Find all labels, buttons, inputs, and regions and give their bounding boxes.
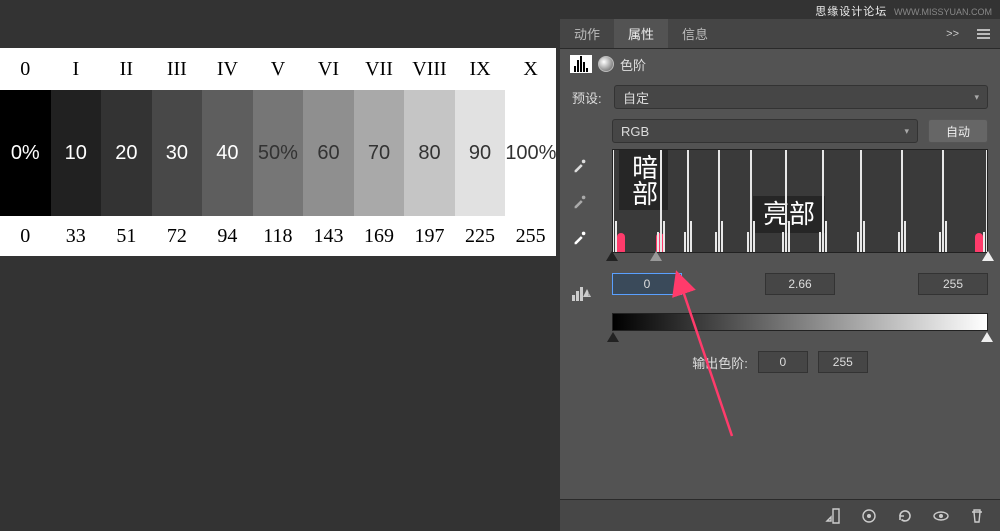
- shadow-input[interactable]: 0: [612, 273, 682, 295]
- eyedropper-tools: [570, 155, 590, 247]
- grayscale-chart: 0IIIIIIIVVVIVIIVIIIIXX 0%1020304050%6070…: [0, 48, 556, 256]
- panel-collapse-icon[interactable]: >>: [938, 28, 967, 40]
- chart-roman-cell: III: [152, 48, 203, 90]
- chart-swatch-cell: 0%: [0, 90, 51, 216]
- chart-value-cell: 143: [303, 216, 354, 256]
- output-hi-input[interactable]: 255: [818, 351, 868, 373]
- watermark: 思缘设计论坛 WWW.MISSYUAN.COM: [815, 3, 992, 19]
- levels-icon: [570, 55, 592, 73]
- eyedropper-gray-icon[interactable]: [570, 191, 590, 211]
- chart-swatch-cell: 60: [303, 90, 354, 216]
- pink-marker: [617, 233, 625, 253]
- watermark-cn: 思缘设计论坛: [815, 6, 887, 18]
- channel-value: RGB: [621, 124, 649, 139]
- histogram-warning-icon[interactable]: !: [572, 287, 592, 304]
- output-shadow-slider[interactable]: [607, 332, 619, 342]
- pink-marker: [975, 233, 983, 253]
- trash-icon[interactable]: [968, 507, 986, 525]
- midtone-input[interactable]: 2.66: [765, 273, 835, 295]
- chart-value-cell: 255: [505, 216, 556, 256]
- chart-swatch-cell: 80: [404, 90, 455, 216]
- chart-roman-cell: IX: [455, 48, 506, 90]
- auto-button[interactable]: 自动: [928, 119, 988, 143]
- tab-actions[interactable]: 动作: [560, 19, 614, 48]
- previous-state-icon[interactable]: [860, 507, 878, 525]
- chart-roman-cell: II: [101, 48, 152, 90]
- preset-value: 自定: [623, 88, 649, 107]
- highlight-input[interactable]: 255: [918, 273, 988, 295]
- tab-properties[interactable]: 属性: [614, 19, 668, 48]
- properties-panel: 动作 属性 信息 >> 色阶 预设: 自定 ▾ RGB ▾ 自动: [560, 19, 1000, 531]
- chart-roman-cell: VII: [354, 48, 405, 90]
- output-lo-input[interactable]: 0: [758, 351, 808, 373]
- midtone-slider[interactable]: [650, 251, 662, 261]
- chart-value-cell: 169: [354, 216, 405, 256]
- chart-roman-cell: 0: [0, 48, 51, 90]
- chart-roman-cell: I: [51, 48, 102, 90]
- highlight-slider[interactable]: [982, 251, 994, 261]
- histogram[interactable]: 暗部 亮部: [612, 149, 988, 253]
- chart-row-values: 033517294118143169197225255: [0, 216, 556, 256]
- chart-value-cell: 197: [404, 216, 455, 256]
- preset-row: 预设: 自定 ▾: [560, 79, 1000, 115]
- chart-roman-cell: X: [505, 48, 556, 90]
- visibility-icon[interactable]: [932, 507, 950, 525]
- chart-swatch-cell: 20: [101, 90, 152, 216]
- channel-select[interactable]: RGB ▾: [612, 119, 918, 143]
- mask-icon[interactable]: [598, 56, 614, 72]
- chart-swatch-cell: 50%: [253, 90, 304, 216]
- chart-value-cell: 72: [152, 216, 203, 256]
- chart-value-cell: 51: [101, 216, 152, 256]
- chart-value-cell: 33: [51, 216, 102, 256]
- chart-swatch-cell: 30: [152, 90, 203, 216]
- output-label: 输出色阶:: [692, 353, 748, 372]
- adjustment-title: 色阶: [620, 55, 646, 74]
- reset-icon[interactable]: [896, 507, 914, 525]
- svg-text:!: !: [588, 291, 590, 298]
- chevron-down-icon: ▾: [974, 92, 979, 103]
- panel-tabs: 动作 属性 信息 >>: [560, 19, 1000, 49]
- chart-row-swatch: 0%1020304050%60708090100%: [0, 90, 556, 216]
- chart-value-cell: 94: [202, 216, 253, 256]
- adjustment-header: 色阶: [560, 49, 1000, 79]
- chart-swatch-cell: 40: [202, 90, 253, 216]
- chart-swatch-cell: 10: [51, 90, 102, 216]
- chart-swatch-cell: 70: [354, 90, 405, 216]
- chart-roman-cell: V: [253, 48, 304, 90]
- watermark-en: WWW.MISSYUAN.COM: [894, 7, 992, 17]
- output-highlight-slider[interactable]: [981, 332, 993, 342]
- chart-swatch-cell: 100%: [505, 90, 556, 216]
- chart-row-roman: 0IIIIIIIVVVIVIIVIIIIXX: [0, 48, 556, 90]
- chart-roman-cell: VIII: [404, 48, 455, 90]
- clip-icon[interactable]: [824, 507, 842, 525]
- shadow-slider[interactable]: [606, 251, 618, 261]
- chart-swatch-cell: 90: [455, 90, 506, 216]
- chart-value-cell: 0: [0, 216, 51, 256]
- chart-roman-cell: VI: [303, 48, 354, 90]
- chart-value-cell: 225: [455, 216, 506, 256]
- eyedropper-white-icon[interactable]: [570, 227, 590, 247]
- chart-value-cell: 118: [253, 216, 304, 256]
- tab-info[interactable]: 信息: [668, 19, 722, 48]
- chevron-down-icon: ▾: [904, 126, 909, 137]
- output-gradient[interactable]: [612, 313, 988, 331]
- eyedropper-black-icon[interactable]: [570, 155, 590, 175]
- panel-menu-icon[interactable]: [967, 29, 1000, 39]
- preset-select[interactable]: 自定 ▾: [614, 85, 988, 109]
- input-sliders[interactable]: [612, 251, 988, 265]
- preset-label: 预设:: [572, 88, 606, 107]
- chart-roman-cell: IV: [202, 48, 253, 90]
- panel-footer: [560, 499, 1000, 531]
